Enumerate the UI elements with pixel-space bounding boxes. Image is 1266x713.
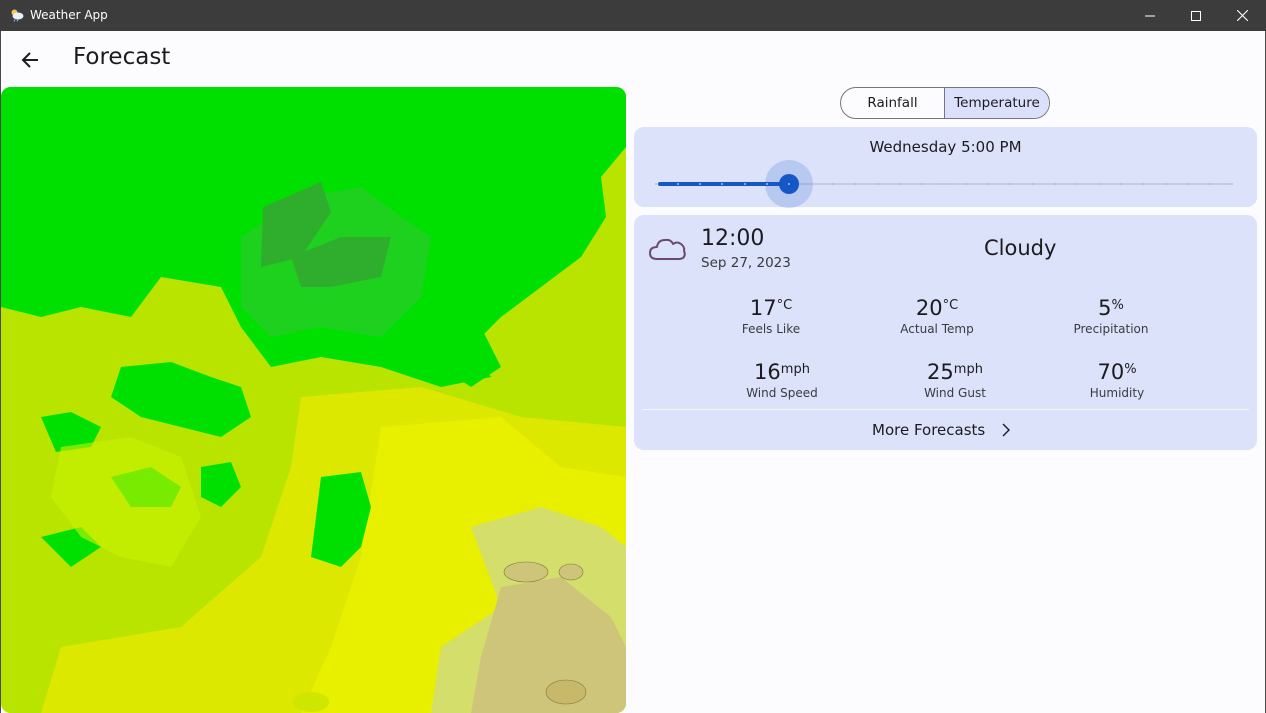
slider-tick bbox=[898, 183, 901, 185]
slider-tick bbox=[743, 183, 746, 185]
chevron-right-icon bbox=[1002, 423, 1011, 437]
metric-unit: % bbox=[1111, 298, 1124, 313]
map-patch-tan-3 bbox=[545, 679, 587, 705]
rainfall-segment[interactable]: Rainfall bbox=[841, 88, 945, 118]
forecast-date: Sep 27, 2023 bbox=[701, 255, 791, 271]
map-patch-tan-1 bbox=[503, 561, 549, 583]
metric-unit: mph bbox=[780, 362, 810, 377]
slider-tick bbox=[1164, 183, 1167, 185]
layer-toggle: Rainfall Temperature bbox=[840, 87, 1050, 119]
slider-tick bbox=[876, 183, 879, 185]
metric-unit: °C bbox=[776, 298, 793, 313]
window-title: Weather App bbox=[30, 8, 108, 22]
slider-tick bbox=[765, 183, 768, 185]
window-titlebar: Weather App bbox=[0, 0, 1266, 31]
map-patch-yellow-small bbox=[293, 692, 329, 712]
time-slider-card: Wednesday 5:00 PM bbox=[634, 127, 1257, 208]
more-forecasts-label: More Forecasts bbox=[872, 421, 986, 439]
forecast-card: 12:00 Sep 27, 2023 Cloudy 17°C Feels Lik… bbox=[634, 215, 1257, 450]
minimize-button[interactable] bbox=[1127, 0, 1173, 31]
metric-label: Wind Speed bbox=[746, 386, 818, 400]
metric-value: 25 bbox=[927, 360, 954, 384]
slider-tick bbox=[1231, 183, 1233, 185]
weather-cloud-sun-icon bbox=[11, 9, 24, 22]
slider-tick bbox=[655, 183, 657, 185]
page-title: Forecast bbox=[73, 44, 171, 70]
metric-actual-temp: 20°C Actual Temp bbox=[857, 295, 1017, 336]
metric-feels-like: 17°C Feels Like bbox=[691, 295, 851, 336]
metric-value: 20 bbox=[915, 296, 943, 320]
slider-tick bbox=[1075, 183, 1078, 185]
metric-humidity: 70% Humidity bbox=[1037, 359, 1197, 400]
back-button[interactable] bbox=[14, 44, 46, 76]
map-patch-tan-2 bbox=[558, 563, 584, 581]
more-forecasts-button[interactable]: More Forecasts bbox=[872, 419, 1011, 441]
slider-tick bbox=[1053, 183, 1056, 185]
maximize-button[interactable] bbox=[1173, 0, 1219, 31]
arrow-left-icon bbox=[21, 52, 38, 68]
temperature-map-layer bbox=[1, 87, 626, 713]
slider-tick bbox=[787, 183, 790, 185]
metric-label: Actual Temp bbox=[900, 322, 974, 336]
metric-unit: mph bbox=[953, 362, 983, 377]
metric-precipitation: 5% Precipitation bbox=[1031, 295, 1191, 336]
metric-wind-speed: 16mph Wind Speed bbox=[702, 359, 862, 400]
close-button[interactable] bbox=[1219, 0, 1265, 31]
metric-value: 17 bbox=[749, 296, 777, 320]
forecast-time: 12:00 bbox=[701, 226, 765, 251]
forecast-condition: Cloudy bbox=[984, 236, 1057, 260]
metric-label: Precipitation bbox=[1073, 322, 1149, 336]
slider-tick bbox=[1186, 183, 1189, 185]
metric-wind-gust: 25mph Wind Gust bbox=[875, 359, 1035, 400]
slider-tick bbox=[1208, 183, 1211, 185]
metric-value: 5 bbox=[1098, 296, 1112, 320]
close-icon bbox=[1236, 10, 1248, 21]
metric-label: Wind Gust bbox=[924, 386, 986, 400]
maximize-icon bbox=[1191, 10, 1201, 21]
forecast-divider bbox=[642, 409, 1249, 410]
temperature-map[interactable] bbox=[1, 87, 626, 713]
slider-tick bbox=[943, 183, 945, 185]
cloud-icon bbox=[649, 238, 686, 260]
metric-unit: °C bbox=[942, 298, 959, 313]
minimize-icon bbox=[1145, 15, 1155, 16]
metric-label: Humidity bbox=[1089, 386, 1145, 400]
time-slider[interactable] bbox=[655, 160, 1234, 208]
metric-value: 16 bbox=[754, 360, 781, 384]
metric-value: 70 bbox=[1097, 360, 1125, 384]
slider-tick bbox=[920, 183, 923, 185]
temperature-segment[interactable]: Temperature bbox=[945, 88, 1049, 118]
metric-label: Feels Like bbox=[741, 322, 801, 336]
slider-tick bbox=[1031, 183, 1034, 185]
metric-unit: % bbox=[1124, 362, 1137, 377]
slider-time-label: Wednesday 5:00 PM bbox=[869, 138, 1022, 156]
